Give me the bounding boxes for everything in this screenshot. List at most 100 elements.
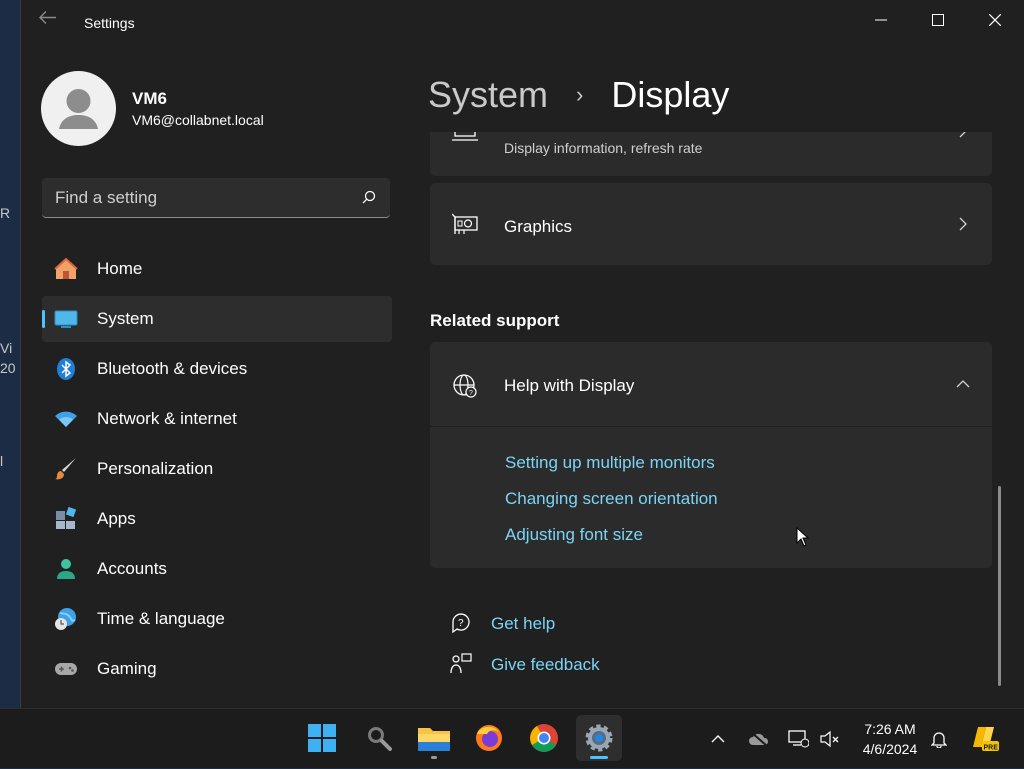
close-icon bbox=[989, 14, 1001, 26]
home-icon bbox=[54, 257, 78, 279]
graphics-card[interactable]: Graphics bbox=[430, 183, 992, 265]
help-link-font-size[interactable]: Adjusting font size bbox=[505, 525, 643, 545]
start-icon bbox=[308, 724, 336, 752]
desktop-text-fragment: 20 bbox=[0, 360, 16, 376]
sidebar-item-personalization[interactable]: Personalization bbox=[42, 446, 392, 492]
mouse-cursor-icon bbox=[796, 527, 810, 547]
network-tray[interactable] bbox=[786, 709, 810, 769]
taskbar: 7:26 AM 4/6/2024 PRE bbox=[0, 708, 1024, 768]
wifi-icon bbox=[55, 411, 77, 427]
help-card-header[interactable]: ? Help with Display bbox=[430, 342, 992, 427]
clock-time: 7:26 AM bbox=[864, 721, 916, 737]
settings-icon bbox=[585, 724, 613, 752]
running-indicator bbox=[431, 756, 437, 759]
chevron-right-icon bbox=[959, 217, 967, 231]
brush-icon bbox=[55, 458, 76, 480]
back-arrow-icon bbox=[39, 11, 56, 24]
volume-tray[interactable] bbox=[818, 709, 842, 769]
bluetooth-icon bbox=[57, 358, 75, 380]
advanced-display-card[interactable]: Display information, refresh rate bbox=[430, 132, 992, 176]
get-help-link[interactable]: Get help bbox=[491, 614, 555, 634]
help-link-screen-orientation[interactable]: Changing screen orientation bbox=[505, 489, 718, 509]
sidebar-item-network[interactable]: Network & internet bbox=[42, 396, 392, 442]
graphics-card-icon bbox=[452, 213, 478, 234]
taskbar-clock[interactable]: 7:26 AM 4/6/2024 bbox=[852, 719, 928, 759]
sidebar-item-label: Accounts bbox=[97, 559, 167, 578]
minimize-button[interactable] bbox=[853, 0, 909, 40]
sidebar-nav: Home System Bluetooth & devices Network … bbox=[42, 246, 392, 696]
search-input[interactable] bbox=[42, 178, 357, 218]
maximize-button[interactable] bbox=[910, 0, 966, 40]
sidebar-item-gaming[interactable]: Gaming bbox=[42, 646, 392, 692]
help-link-multiple-monitors[interactable]: Setting up multiple monitors bbox=[505, 453, 715, 473]
card-title: Graphics bbox=[504, 217, 573, 236]
sidebar-item-apps[interactable]: Apps bbox=[42, 496, 392, 542]
monitor-icon bbox=[452, 132, 478, 141]
give-feedback-link[interactable]: Give feedback bbox=[491, 655, 600, 675]
breadcrumb-parent[interactable]: System bbox=[428, 74, 548, 115]
globe-help-icon: ? bbox=[453, 374, 477, 398]
user-email: VM6@collabnet.local bbox=[132, 112, 264, 128]
window-title: Settings bbox=[84, 15, 135, 31]
breadcrumb-chevron-icon: › bbox=[576, 82, 584, 107]
sidebar-item-label: Time & language bbox=[97, 609, 225, 628]
user-avatar-icon bbox=[59, 89, 98, 129]
volume-muted-icon bbox=[820, 730, 839, 748]
sidebar-item-time-language[interactable]: Time & language bbox=[42, 596, 392, 642]
sidebar-item-label: Personalization bbox=[97, 459, 214, 478]
network-disconnected-icon bbox=[788, 730, 809, 748]
copilot-preview-icon: PRE bbox=[973, 727, 999, 752]
gamepad-icon bbox=[55, 663, 77, 675]
search-icon bbox=[368, 727, 392, 751]
copilot-pre-button[interactable]: PRE bbox=[968, 709, 1002, 769]
desktop-text-fragment: l bbox=[0, 453, 4, 469]
onedrive-tray[interactable] bbox=[746, 709, 772, 769]
sidebar-item-home[interactable]: Home bbox=[42, 246, 392, 292]
sidebar-item-label: Bluetooth & devices bbox=[97, 359, 248, 378]
card-subtitle: Display information, refresh rate bbox=[504, 140, 703, 156]
get-help-icon: ? bbox=[452, 613, 470, 634]
notifications-button[interactable] bbox=[928, 709, 950, 769]
settings-window: Settings VM6 VM6@collabnet.local Find a … bbox=[20, 0, 1024, 708]
taskbar-file-explorer[interactable] bbox=[411, 715, 457, 761]
clock-date: 4/6/2024 bbox=[862, 741, 918, 757]
desktop-text-fragment: Vi bbox=[0, 340, 13, 356]
apps-icon bbox=[56, 507, 77, 529]
taskbar-firefox[interactable] bbox=[466, 715, 512, 761]
chrome-icon bbox=[530, 724, 558, 752]
taskbar-settings[interactable] bbox=[576, 715, 622, 761]
maximize-icon bbox=[932, 14, 944, 26]
accounts-icon bbox=[57, 559, 75, 579]
start-button[interactable] bbox=[299, 715, 345, 761]
file-explorer-icon bbox=[418, 728, 450, 751]
scrollbar-thumb[interactable] bbox=[998, 486, 1001, 686]
chevron-up-icon[interactable] bbox=[956, 380, 970, 388]
sidebar-item-system[interactable]: System bbox=[42, 296, 392, 342]
avatar[interactable] bbox=[41, 71, 116, 146]
sidebar-item-accounts[interactable]: Accounts bbox=[42, 546, 392, 592]
sidebar-item-label: Gaming bbox=[97, 659, 157, 678]
globe-clock-icon bbox=[55, 608, 76, 630]
sidebar-item-bluetooth[interactable]: Bluetooth & devices bbox=[42, 346, 392, 392]
search-box[interactable] bbox=[42, 178, 390, 218]
chevron-right-icon bbox=[959, 132, 966, 138]
sidebar-item-label: Apps bbox=[97, 509, 136, 528]
close-button[interactable] bbox=[967, 0, 1023, 40]
taskbar-chrome[interactable] bbox=[521, 715, 567, 761]
active-indicator bbox=[590, 756, 608, 759]
taskbar-search-button[interactable] bbox=[356, 715, 402, 761]
chevron-up-icon bbox=[711, 735, 725, 743]
svg-text:PRE: PRE bbox=[984, 745, 999, 752]
show-hidden-icons-button[interactable] bbox=[706, 709, 730, 769]
main-content: Display information, refresh rate Graphi… bbox=[429, 132, 993, 708]
desktop-text-fragment: R bbox=[0, 205, 11, 221]
help-card-title: Help with Display bbox=[504, 376, 635, 395]
help-with-display-card: ? Help with Display Setting up multiple … bbox=[430, 342, 992, 568]
feedback-icon bbox=[450, 653, 472, 674]
back-button[interactable] bbox=[39, 11, 57, 30]
bell-icon bbox=[931, 732, 947, 748]
search-icon[interactable] bbox=[362, 190, 376, 204]
related-support-heading: Related support bbox=[430, 311, 560, 330]
cloud-offline-icon bbox=[749, 731, 769, 747]
page-title: Display bbox=[611, 74, 730, 115]
